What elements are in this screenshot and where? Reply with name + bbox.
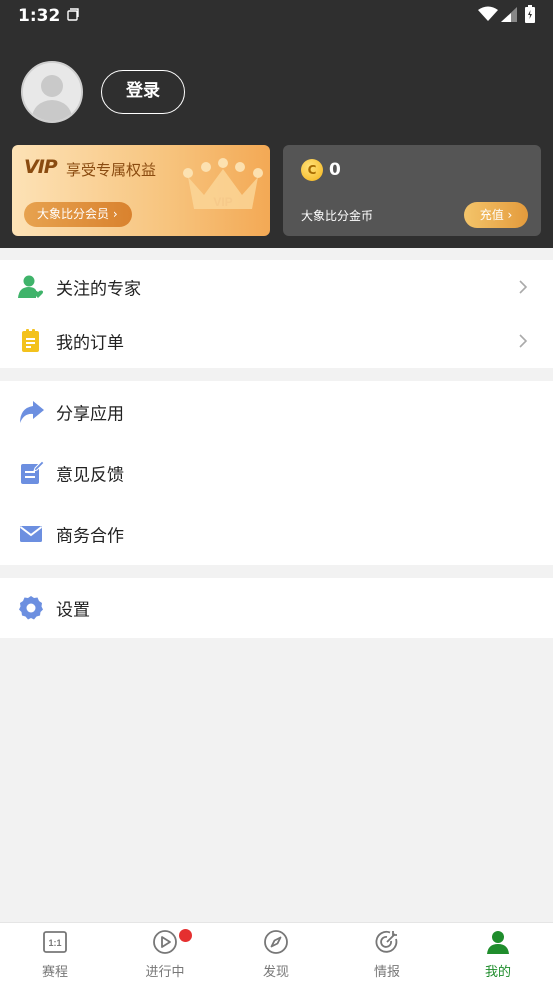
coin-card[interactable]: C 0 大象比分金币 充值 › (283, 145, 541, 236)
vip-card[interactable]: VIP 享受专属权益 VIP 大象比分会员 › (12, 145, 270, 236)
mail-icon (19, 526, 43, 542)
order-clipboard-icon (22, 329, 39, 352)
login-button[interactable]: 登录 (101, 70, 185, 114)
signal-icon (501, 7, 517, 26)
tab-label: 赛程 (41, 965, 68, 980)
vip-logo: VIP (24, 156, 58, 178)
compass-icon (264, 930, 288, 954)
battery-icon (525, 5, 535, 27)
menu-item-settings[interactable]: 设置 (0, 581, 553, 635)
schedule-icon-text: 1:1 (48, 938, 61, 948)
tab-live[interactable]: 进行中 (110, 923, 220, 985)
coin-label: 大象比分金币 (301, 209, 374, 223)
menu-item-business[interactable]: 商务合作 (0, 507, 553, 561)
tab-intel[interactable]: 情报 (332, 923, 442, 985)
bottom-tab-bar: 1:1 赛程 进行中 发现 情报 我的 (0, 922, 553, 985)
tab-discover[interactable]: 发现 (221, 923, 331, 985)
crown-text: VIP (213, 195, 232, 209)
tab-schedule[interactable]: 1:1 赛程 (0, 923, 110, 985)
feedback-note-icon (21, 460, 45, 484)
menu-label: 关注的专家 (56, 279, 141, 300)
chevron-right-icon (519, 334, 528, 348)
live-badge-icon (179, 929, 192, 942)
coin-icon: C (301, 159, 323, 181)
tab-label: 进行中 (145, 965, 185, 980)
target-icon (375, 930, 398, 953)
coin-count: 0 (329, 160, 341, 180)
person-icon (487, 931, 509, 954)
tab-label: 我的 (484, 965, 511, 980)
vip-title: 享受专属权益 (66, 161, 157, 179)
menu-label: 意见反馈 (56, 465, 124, 486)
crown-icon: VIP (183, 158, 263, 209)
notification-icon (66, 7, 80, 26)
status-time: 1:32 (18, 6, 61, 26)
menu-item-my-orders[interactable]: 我的订单 (0, 314, 553, 368)
menu-group-experts: 关注的专家 我的订单 (0, 260, 553, 368)
menu-group-app: 分享应用 意见反馈 商务合作 (0, 381, 553, 565)
status-bar: 1:32 (0, 0, 553, 32)
wifi-icon (478, 6, 498, 26)
avatar-icon (23, 63, 81, 121)
vip-member-button[interactable]: 大象比分会员 › (24, 202, 132, 227)
menu-label: 我的订单 (56, 333, 124, 354)
menu-label: 分享应用 (56, 404, 124, 425)
share-arrow-icon (20, 401, 44, 423)
tab-label: 发现 (262, 965, 289, 980)
menu-label: 设置 (56, 600, 90, 621)
recharge-button[interactable]: 充值 › (464, 202, 528, 228)
gear-icon (19, 596, 43, 620)
menu-label: 商务合作 (56, 526, 124, 547)
menu-item-share-app[interactable]: 分享应用 (0, 385, 553, 439)
menu-item-feedback[interactable]: 意见反馈 (0, 446, 553, 500)
chevron-right-icon (519, 280, 528, 294)
user-heart-icon (18, 275, 44, 298)
schedule-icon: 1:1 (43, 931, 67, 953)
tab-label: 情报 (373, 965, 400, 980)
play-circle-icon (153, 930, 177, 954)
profile-header: 1:32 登录 VIP 享受专属权益 VIP 大象比分会员 › C 0 大象比分… (0, 0, 553, 248)
avatar[interactable] (21, 61, 83, 123)
tab-mine[interactable]: 我的 (443, 923, 553, 985)
menu-group-settings: 设置 (0, 578, 553, 638)
menu-item-followed-experts[interactable]: 关注的专家 (0, 260, 553, 314)
